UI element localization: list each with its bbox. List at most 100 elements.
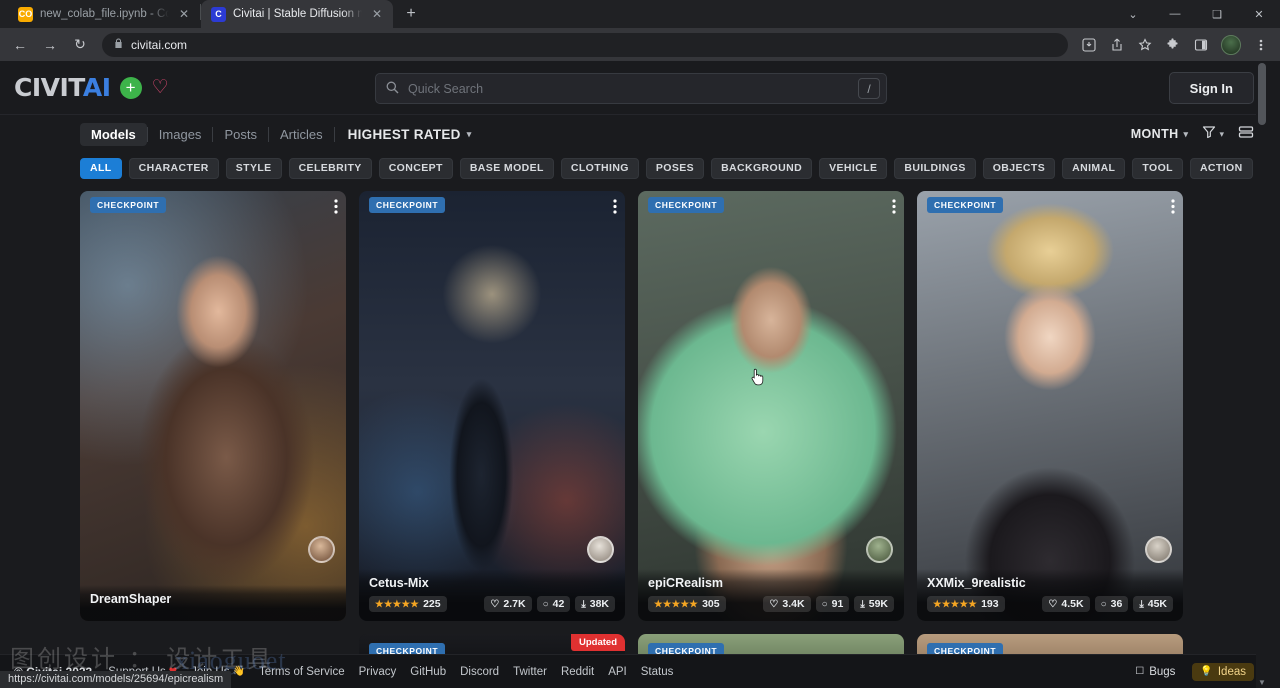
model-card[interactable]: CHECKPOINT epiCRealism ★★★★★ 305 ♡ [638,191,904,621]
window-close-icon[interactable]: ✕ [1238,0,1280,28]
civitai-icon: C [211,7,226,22]
install-icon[interactable] [1076,32,1102,58]
new-tab-button[interactable]: + [397,0,425,28]
ideas-button[interactable]: 💡 Ideas [1192,663,1254,681]
layout-toggle-button[interactable] [1238,125,1254,144]
minimize-icon[interactable]: — [1154,0,1196,28]
creator-avatar[interactable] [587,536,614,563]
scrollbar-thumb[interactable] [1258,63,1266,125]
category-chip-action[interactable]: ACTION [1190,158,1253,179]
close-icon[interactable]: ✕ [369,6,385,22]
tab-articles[interactable]: Articles [269,123,334,146]
address-bar[interactable]: civitai.com [102,33,1068,57]
category-chip-objects[interactable]: OBJECTS [983,158,1055,179]
downloads-count: 45K [1148,598,1167,610]
heart-icon[interactable]: ♡ [152,78,169,97]
category-chip-concept[interactable]: CONCEPT [379,158,453,179]
bookmark-star-icon[interactable] [1132,32,1158,58]
category-filter-row[interactable]: ALL CHARACTER STYLE CELEBRITY CONCEPT BA… [0,153,1268,183]
category-chip-tool[interactable]: TOOL [1132,158,1183,179]
creator-avatar[interactable] [308,536,335,563]
downloads-pill: ⤓ 38K [575,596,615,612]
footer-right-buttons: ☐ Bugs 💡 Ideas [1127,663,1254,681]
search-input[interactable]: Quick Search [408,82,858,96]
footer-link-reddit[interactable]: Reddit [561,666,594,678]
sign-in-button[interactable]: Sign In [1169,72,1254,104]
likes-count: 2.7K [503,598,525,610]
wave-hand-icon: 👋 [233,666,245,677]
tab-images[interactable]: Images [148,123,213,146]
category-chip-vehicle[interactable]: VEHICLE [819,158,887,179]
category-chip-base-model[interactable]: BASE MODEL [460,158,554,179]
close-icon[interactable]: ✕ [176,6,192,22]
back-icon[interactable]: ← [6,31,34,59]
category-chip-poses[interactable]: POSES [646,158,704,179]
category-chip-all[interactable]: ALL [80,158,122,179]
model-card-info: epiCRealism ★★★★★ 305 ♡ 3.4K [638,569,904,621]
reload-icon[interactable]: ↻ [66,31,94,59]
category-chip-character[interactable]: CHARACTER [129,158,219,179]
category-chip-clothing[interactable]: CLOTHING [561,158,639,179]
browser-tab-civitai[interactable]: C Civitai | Stable Diffusion models, ✕ [201,0,393,28]
category-chip-animal[interactable]: ANIMAL [1062,158,1125,179]
downloads-pill: ⤓ 45K [1133,596,1173,612]
comments-pill: ○ 42 [537,596,571,612]
model-card[interactable]: CHECKPOINT Cetus-Mix ★★★★★ 225 ♡ [359,191,625,621]
browser-tab-colab[interactable]: CO new_colab_file.ipynb - Colaborat ✕ [8,0,200,28]
model-card-info: XXMix_9realistic ★★★★★ 193 ♡ 4.5K [917,569,1183,621]
forward-icon[interactable]: → [36,31,64,59]
card-menu-icon[interactable] [1171,199,1175,214]
bugs-button[interactable]: ☐ Bugs [1127,663,1183,681]
footer-link-terms[interactable]: Terms of Service [259,666,345,678]
model-name: epiCRealism [648,576,894,590]
model-preview-image [638,191,904,621]
civitai-logo[interactable]: CIVITAI [14,73,111,102]
model-card[interactable]: CHECKPOINT XXMix_9realistic ★★★★★ 193 [917,191,1183,621]
likes-pill: ♡ 4.5K [1042,596,1089,612]
chrome-menu-icon[interactable] [1248,32,1274,58]
category-chip-background[interactable]: BACKGROUND [711,158,812,179]
tab-posts[interactable]: Posts [213,123,268,146]
side-panel-icon[interactable] [1188,32,1214,58]
page-scrollbar[interactable]: ▲ ▼ [1256,61,1268,688]
window-controls: ⌄ — ❑ ✕ [1112,0,1280,28]
category-chip-buildings[interactable]: BUILDINGS [894,158,975,179]
scroll-down-icon[interactable]: ▼ [1256,676,1268,688]
page-viewport: CIVITAI + ♡ Quick Search / Sign In Model… [0,61,1268,688]
model-card[interactable]: CHECKPOINT DreamShaper [80,191,346,621]
period-label: MONTH [1131,127,1179,141]
extensions-puzzle-icon[interactable] [1160,32,1186,58]
category-chip-style[interactable]: STYLE [226,158,282,179]
search-bar[interactable]: Quick Search / [375,73,887,104]
star-rating-icon: ★★★★★ [933,599,977,610]
downloads-pill: ⤓ 59K [854,596,894,612]
maximize-icon[interactable]: ❑ [1196,0,1238,28]
tab-search-chevron-icon[interactable]: ⌄ [1112,0,1154,28]
likes-pill: ♡ 3.4K [763,596,810,612]
footer-link-api[interactable]: API [608,666,627,678]
search-icon [386,81,399,97]
period-selector[interactable]: MONTH ▾ [1131,127,1189,141]
creator-avatar[interactable] [866,536,893,563]
share-icon[interactable] [1104,32,1130,58]
site-header: CIVITAI + ♡ Quick Search / Sign In [0,61,1268,115]
card-menu-icon[interactable] [613,199,617,214]
profile-avatar-icon[interactable] [1221,35,1241,55]
category-chip-celebrity[interactable]: CELEBRITY [289,158,372,179]
card-menu-icon[interactable] [892,199,896,214]
card-menu-icon[interactable] [334,199,338,214]
footer-link-discord[interactable]: Discord [460,666,499,678]
footer-link-twitter[interactable]: Twitter [513,666,547,678]
sort-selector[interactable]: HIGHEST RATED ▾ [348,127,472,142]
footer-link-status[interactable]: Status [641,666,674,678]
tab-models[interactable]: Models [80,123,147,146]
model-type-badge: CHECKPOINT [648,197,724,213]
model-stats: ★★★★★ 193 ♡ 4.5K ○ 36 [927,596,1173,612]
model-preview-image [80,191,346,621]
filter-button[interactable]: ▾ [1202,125,1224,144]
footer-link-github[interactable]: GitHub [410,666,446,678]
creator-avatar[interactable] [1145,536,1172,563]
footer-link-privacy[interactable]: Privacy [359,666,397,678]
create-button[interactable]: + [120,77,142,99]
comment-icon: ○ [543,599,549,610]
